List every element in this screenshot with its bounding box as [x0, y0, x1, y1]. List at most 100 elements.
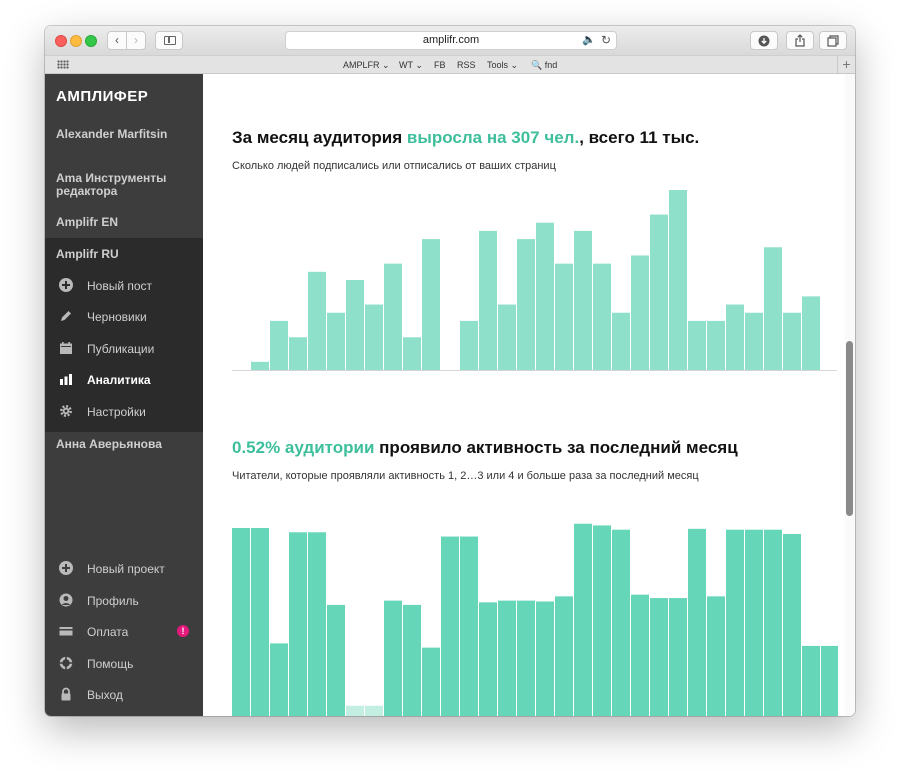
close-window-button[interactable]: [55, 35, 67, 47]
bookmark-wt[interactable]: WT ⌄: [399, 59, 423, 71]
chart-bar[interactable]: [327, 312, 345, 370]
chart-bar[interactable]: [422, 239, 440, 370]
account-ama[interactable]: Ama Инструменты редактора: [56, 172, 196, 198]
chart-bar[interactable]: [726, 304, 744, 370]
chart-bar[interactable]: [479, 602, 497, 716]
chart-bar[interactable]: [517, 600, 535, 716]
chart-bar[interactable]: [441, 536, 459, 716]
menu-profile[interactable]: Профиль: [45, 590, 203, 612]
chart-bar[interactable]: [574, 230, 592, 370]
menu-payment[interactable]: Оплата !: [45, 621, 203, 643]
chart-bar[interactable]: [612, 312, 630, 370]
menu-publications[interactable]: Публикации: [45, 338, 203, 360]
chart-bar[interactable]: [574, 523, 592, 716]
menu-help[interactable]: Помощь: [45, 653, 203, 675]
chart-bar[interactable]: [422, 647, 440, 716]
chart-bar[interactable]: [802, 645, 820, 716]
chart-bar[interactable]: [555, 263, 573, 370]
menu-drafts[interactable]: Черновики: [45, 306, 203, 328]
chart-bar[interactable]: [365, 705, 383, 716]
chart-bar[interactable]: [232, 528, 250, 716]
chart-bar[interactable]: [726, 529, 744, 716]
chart-bar[interactable]: [745, 312, 763, 370]
chart-bar[interactable]: [745, 529, 763, 716]
scrollbar[interactable]: [845, 74, 855, 716]
chart-bar[interactable]: [384, 263, 402, 370]
chart-bar[interactable]: [821, 645, 838, 716]
menu-logout[interactable]: Выход: [45, 684, 203, 706]
chart-bar[interactable]: [593, 525, 611, 716]
chart-bar[interactable]: [669, 190, 687, 370]
chart-bar[interactable]: [308, 532, 326, 716]
downloads-button[interactable]: [750, 31, 778, 50]
bookmark-tools[interactable]: Tools ⌄: [487, 59, 518, 71]
chart-bar[interactable]: [593, 263, 611, 370]
chart-bar[interactable]: [650, 598, 668, 716]
chart-bar[interactable]: [403, 337, 421, 370]
chart-bar[interactable]: [783, 312, 801, 370]
chart-bar[interactable]: [346, 705, 364, 716]
chart-bar[interactable]: [346, 280, 364, 370]
menu-analytics[interactable]: Аналитика: [45, 369, 203, 391]
sidebar-toggle-button[interactable]: [155, 31, 183, 50]
bar-chart-icon: [60, 374, 72, 385]
menu-settings[interactable]: Настройки: [45, 401, 203, 423]
chart-bar[interactable]: [650, 214, 668, 370]
chart-bar[interactable]: [498, 600, 516, 716]
reload-icon[interactable]: ↻: [601, 32, 611, 49]
chart-bar[interactable]: [688, 528, 706, 716]
chart-bar[interactable]: [460, 320, 478, 370]
chart-bar[interactable]: [251, 361, 269, 370]
bookmark-fnd[interactable]: 🔍 fnd: [531, 59, 557, 71]
chart-bar[interactable]: [270, 320, 288, 370]
chart-bar[interactable]: [783, 533, 801, 716]
chart-bar[interactable]: [669, 598, 687, 716]
chart-bar[interactable]: [707, 320, 725, 370]
grid-icon[interactable]: [57, 60, 69, 69]
scrollbar-thumb[interactable]: [846, 341, 853, 516]
account-anna[interactable]: Анна Аверьянова: [56, 438, 196, 451]
chart-bar[interactable]: [764, 247, 782, 370]
chart-bar[interactable]: [517, 239, 535, 370]
minimize-window-button[interactable]: [70, 35, 82, 47]
speaker-icon[interactable]: 🔈: [582, 32, 596, 49]
back-button[interactable]: ‹: [107, 31, 127, 50]
bookmark-amplfr[interactable]: AMPLFR ⌄: [343, 59, 390, 71]
chart-bar[interactable]: [688, 320, 706, 370]
chart-bar[interactable]: [536, 601, 554, 716]
chart-bar[interactable]: [612, 529, 630, 716]
tabs-overview-button[interactable]: [819, 31, 847, 50]
chart-bar[interactable]: [365, 304, 383, 370]
forward-button[interactable]: ›: [126, 31, 146, 50]
chart-bar[interactable]: [308, 271, 326, 370]
address-bar[interactable]: amplifr.com 🔈 ↻: [285, 31, 617, 50]
share-button[interactable]: [786, 31, 814, 50]
zoom-window-button[interactable]: [85, 35, 97, 47]
bookmark-rss[interactable]: RSS: [457, 59, 476, 71]
chart-bar[interactable]: [289, 337, 307, 370]
chart-bar[interactable]: [289, 532, 307, 716]
chart-bar[interactable]: [555, 596, 573, 716]
chart-bar[interactable]: [403, 604, 421, 716]
account-alexander[interactable]: Alexander Marfitsin: [56, 128, 196, 141]
chart-bar[interactable]: [764, 529, 782, 716]
chart-bar[interactable]: [479, 230, 497, 370]
menu-new-post[interactable]: Новый пост: [45, 275, 203, 297]
chart-bar[interactable]: [707, 596, 725, 716]
menu-new-project[interactable]: Новый проект: [45, 558, 203, 580]
account-amplifr-ru[interactable]: Amplifr RU: [56, 248, 196, 261]
bookmark-fb[interactable]: FB: [434, 59, 446, 71]
chart-bar[interactable]: [327, 604, 345, 716]
chart-bar[interactable]: [631, 255, 649, 370]
chart-bar[interactable]: [802, 296, 820, 370]
chart-bar[interactable]: [498, 304, 516, 370]
app-logo[interactable]: АМПЛИФЕР: [56, 88, 148, 105]
add-bookmark-button[interactable]: +: [837, 56, 855, 74]
chart-bar[interactable]: [270, 643, 288, 716]
chart-bar[interactable]: [384, 600, 402, 716]
chart-bar[interactable]: [631, 594, 649, 716]
chart-bar[interactable]: [251, 528, 269, 716]
chart-bar[interactable]: [536, 222, 554, 370]
account-amplifr-en[interactable]: Amplifr EN: [56, 216, 196, 229]
chart-bar[interactable]: [460, 536, 478, 716]
